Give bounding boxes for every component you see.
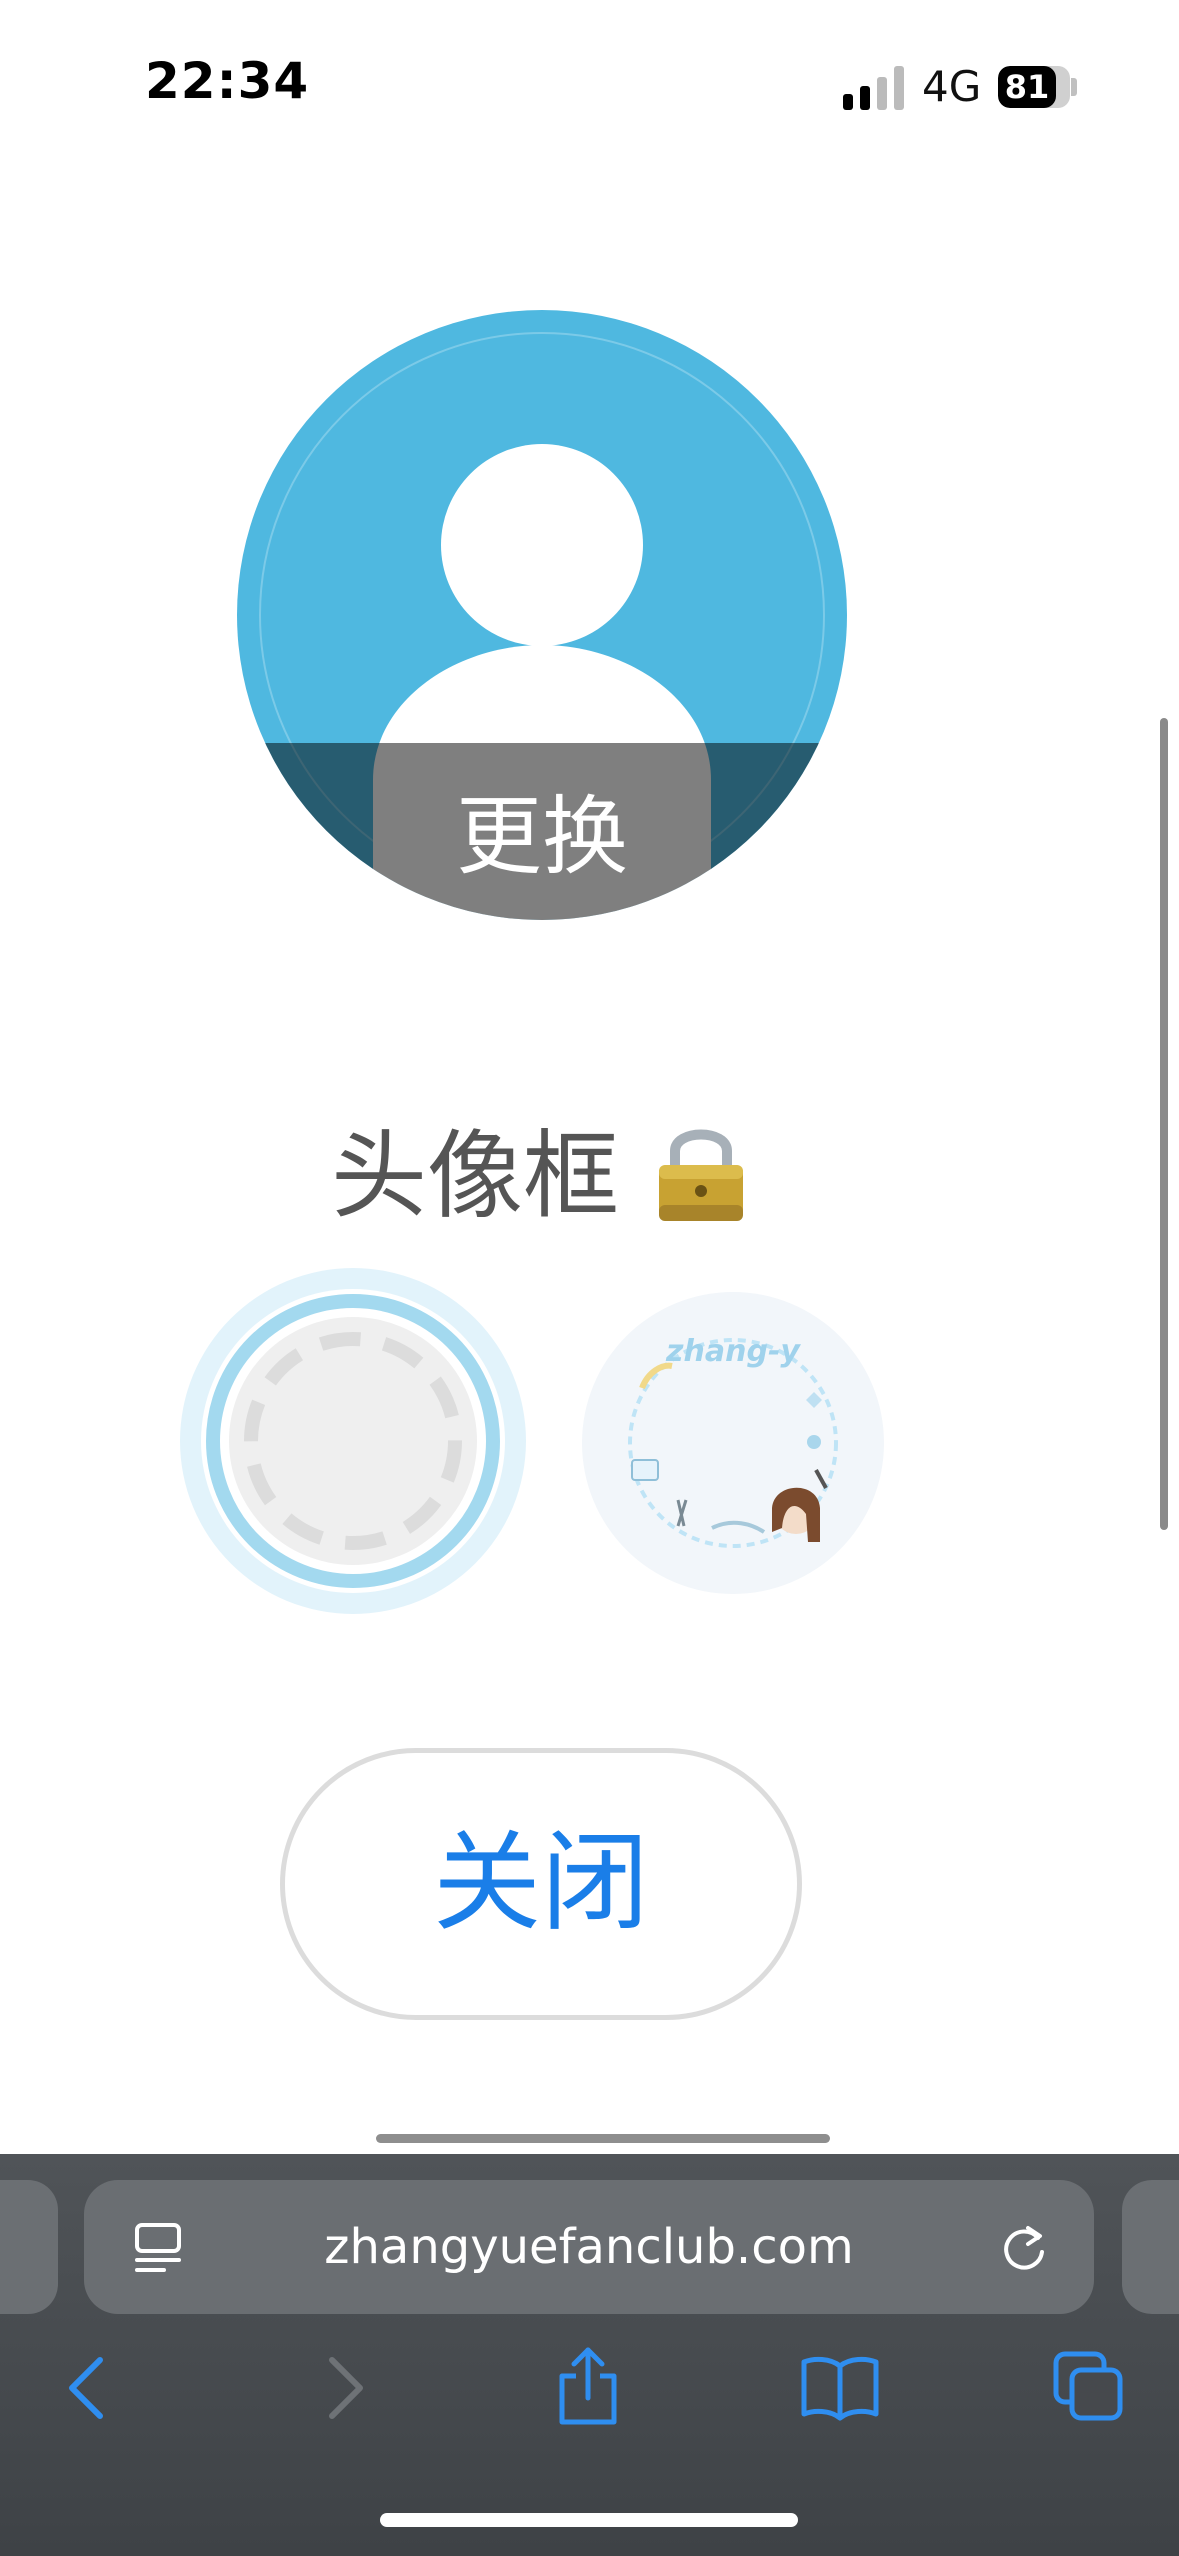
empty-frame-icon [180,1268,526,1614]
share-icon[interactable] [554,2344,622,2432]
status-bar: 22:34 4G 81 [0,0,1179,150]
back-icon[interactable] [60,2350,116,2430]
battery-tip [1071,78,1077,96]
bookmarks-icon[interactable] [800,2352,880,2426]
lock-icon [653,1119,749,1246]
network-type: 4G [922,62,982,111]
status-time: 22:34 [145,52,310,110]
cellular-signal-icon [843,66,905,110]
previous-tab-peek[interactable] [0,2180,58,2314]
sheet-grabber [376,2134,830,2143]
fan-frame-text: zhang-y [666,1334,800,1369]
home-indicator[interactable] [380,2513,798,2527]
avatar-frame-heading: 头像框 [0,1098,1080,1246]
address-bar[interactable]: zhangyuefanclub.com [84,2180,1094,2314]
avatar-frame-title: 头像框 [331,1120,619,1232]
battery-icon: 81 [998,66,1070,108]
url-text: zhangyuefanclub.com [324,2219,854,2275]
tabs-icon[interactable] [1052,2350,1124,2426]
next-tab-peek[interactable] [1122,2180,1179,2314]
avatar-change-button[interactable]: 更换 [237,310,847,920]
forward-icon[interactable] [316,2350,372,2430]
battery-level: 81 [1004,68,1050,106]
close-button[interactable]: 关闭 [280,1748,802,2020]
avatar-change-label: 更换 [456,787,628,887]
frame-option-fan[interactable]: zhang-y [582,1292,884,1594]
scrollbar[interactable] [1160,718,1168,1530]
frame-option-none[interactable] [178,1266,528,1616]
reload-icon[interactable] [998,2220,1050,2278]
